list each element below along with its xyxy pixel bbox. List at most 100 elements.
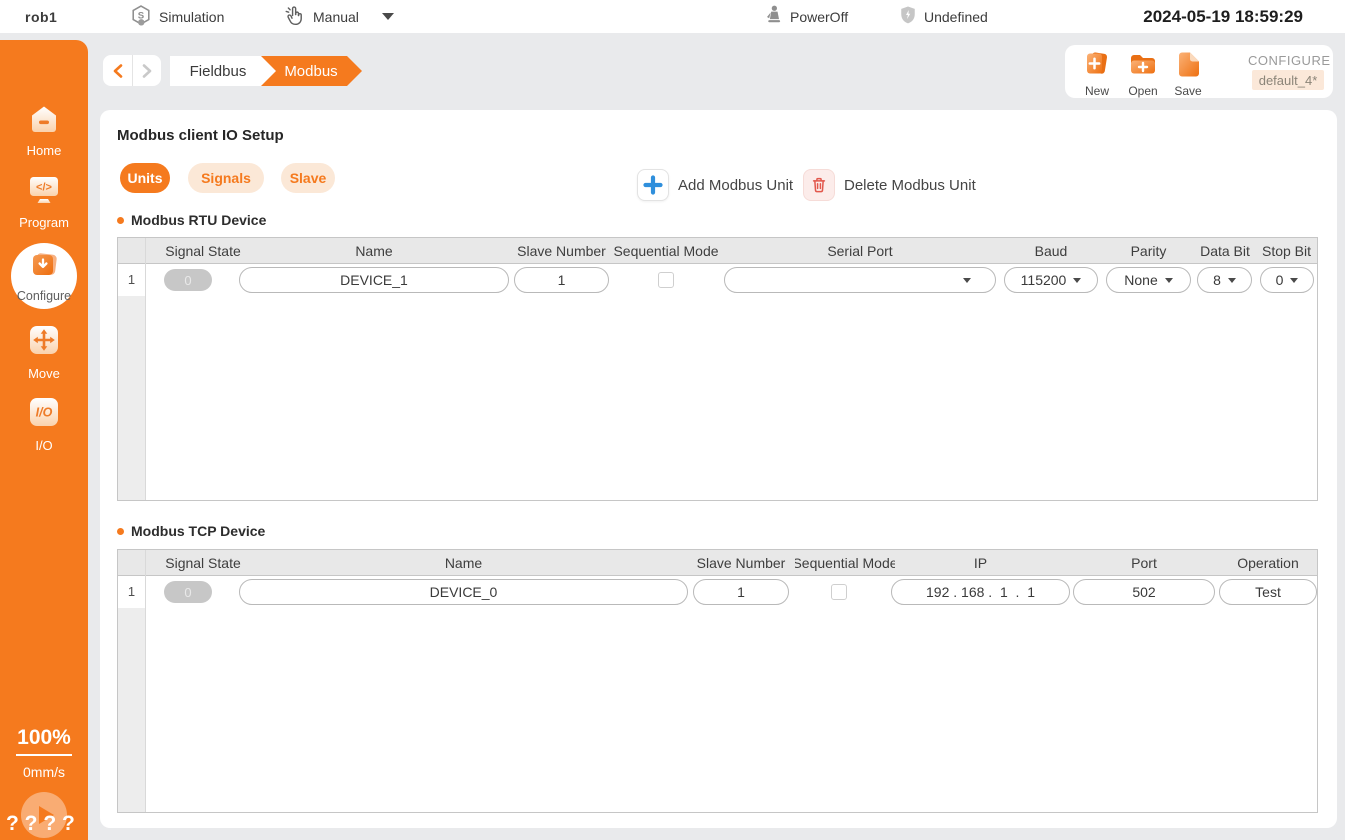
operation-mode-selector[interactable]: Manual [283, 0, 394, 33]
program-icon: </> [26, 174, 62, 211]
rtu-parity-select[interactable]: None [1106, 267, 1191, 293]
svg-text:I/O: I/O [36, 406, 53, 420]
rtu-name-input[interactable] [239, 267, 509, 293]
open-folder-icon [1127, 49, 1159, 84]
move-icon [27, 323, 61, 362]
speed-percent[interactable]: 100% [0, 726, 88, 750]
mode-dropdown-caret-icon[interactable] [382, 13, 394, 20]
tcp-device-table: Signal State Name Slave Number Sequentia… [117, 549, 1318, 813]
orange-bullet-icon [117, 528, 124, 535]
trash-icon [803, 169, 835, 201]
shield-safety-icon [899, 5, 917, 28]
rtu-index-column [118, 296, 146, 500]
rtu-table-header: Signal State Name Slave Number Sequentia… [118, 238, 1317, 264]
safety-status-indicator[interactable]: Undefined [899, 0, 988, 33]
add-modbus-unit-button[interactable]: Add Modbus Unit [637, 169, 793, 201]
history-nav [103, 55, 161, 86]
datetime-display: 2024-05-19 18:59:29 [1143, 0, 1303, 33]
tcp-signal-state-badge: 0 [164, 581, 212, 603]
rtu-col-parity: Parity [1096, 238, 1201, 264]
rtu-col-name: Name [239, 238, 509, 264]
rtu-baud-select[interactable]: 115200 [1004, 267, 1098, 293]
tcp-test-button[interactable]: Test [1219, 579, 1317, 605]
tcp-port-input[interactable] [1073, 579, 1215, 605]
tab-slave[interactable]: Slave [281, 163, 335, 193]
io-icon: I/O [27, 395, 61, 434]
forward-button[interactable] [132, 55, 161, 86]
chevron-down-icon [1073, 278, 1081, 283]
add-plus-icon [637, 169, 669, 201]
chevron-down-icon [1228, 278, 1236, 283]
table-row: 0 115200 None 8 0 [118, 264, 1317, 296]
rtu-serial-port-select[interactable] [724, 267, 996, 293]
configure-icon [27, 249, 61, 288]
tcp-col-operation: Operation [1219, 550, 1317, 576]
rtu-sequential-mode-checkbox[interactable] [658, 272, 674, 288]
power-status-indicator[interactable]: PowerOff [763, 0, 848, 33]
back-button[interactable] [103, 55, 132, 86]
rtu-section-header: Modbus RTU Device [117, 212, 266, 228]
rtu-col-sequential-mode: Sequential Mode [611, 238, 721, 264]
current-config-file[interactable]: default_4* [1252, 70, 1324, 90]
tcp-col-ip: IP [891, 550, 1070, 576]
rtu-index-header-cell [118, 238, 146, 264]
tcp-name-input[interactable] [239, 579, 688, 605]
speed-underline [16, 754, 72, 756]
orange-bullet-icon [117, 217, 124, 224]
tcp-col-port: Port [1073, 550, 1215, 576]
new-button[interactable]: New [1075, 49, 1119, 98]
rtu-data-bit-select[interactable]: 8 [1197, 267, 1252, 293]
tcp-ip-input[interactable] [891, 579, 1070, 605]
sidebar-item-io[interactable]: I/O I/O [0, 395, 88, 453]
delete-modbus-unit-label: Delete Modbus Unit [844, 177, 976, 194]
tcp-col-name: Name [239, 550, 688, 576]
tab-units[interactable]: Units [120, 163, 170, 193]
save-button[interactable]: Save [1166, 49, 1210, 98]
sidebar-item-home[interactable]: Home [0, 104, 88, 158]
tcp-section-title: Modbus TCP Device [131, 523, 265, 539]
breadcrumb-fieldbus[interactable]: Fieldbus [170, 56, 276, 86]
delete-modbus-unit-button[interactable]: Delete Modbus Unit [803, 169, 976, 201]
chevron-down-icon [1290, 278, 1298, 283]
rtu-device-table: Signal State Name Slave Number Sequentia… [117, 237, 1318, 501]
configure-mode-label: CONFIGURE [1248, 53, 1328, 68]
rtu-stop-bit-value: 0 [1276, 272, 1284, 288]
help-question-marks[interactable]: ? ? ? ? [6, 812, 84, 836]
open-button[interactable]: Open [1121, 49, 1165, 98]
save-button-label: Save [1174, 84, 1201, 98]
tcp-table-header: Signal State Name Slave Number Sequentia… [118, 550, 1317, 576]
top-status-bar: rob1 S Simulation Manual [0, 0, 1345, 33]
rtu-baud-value: 115200 [1021, 272, 1067, 288]
new-file-icon [1082, 49, 1112, 84]
sidebar-item-label: Configure [17, 289, 71, 303]
rtu-col-slave-number: Slave Number [509, 238, 614, 264]
rtu-section-title: Modbus RTU Device [131, 212, 266, 228]
sidebar-item-program[interactable]: </> Program [0, 174, 88, 230]
safety-status-label: Undefined [924, 9, 988, 25]
sidebar-item-label: Home [27, 143, 62, 158]
tcp-sequential-mode-checkbox[interactable] [831, 584, 847, 600]
rtu-signal-state-badge: 0 [164, 269, 212, 291]
tcp-slave-number-input[interactable] [693, 579, 789, 605]
home-icon [27, 104, 61, 139]
tcp-index-column [118, 608, 146, 812]
robot-name: rob1 [25, 0, 57, 33]
chevron-down-icon [963, 278, 971, 283]
new-button-label: New [1085, 84, 1109, 98]
sidebar-item-configure[interactable]: Configure [11, 243, 77, 309]
tab-signals[interactable]: Signals [188, 163, 264, 193]
speed-value: 0mm/s [0, 764, 88, 780]
simulation-mode-indicator[interactable]: S Simulation [130, 0, 224, 33]
power-status-label: PowerOff [790, 9, 848, 25]
sidebar-item-label: I/O [35, 438, 52, 453]
svg-text:</>: </> [36, 182, 52, 194]
rtu-parity-value: None [1124, 272, 1157, 288]
rtu-stop-bit-select[interactable]: 0 [1260, 267, 1314, 293]
simulation-hexagon-icon: S [130, 4, 152, 29]
rtu-col-baud: Baud [1004, 238, 1098, 264]
sidebar-item-move[interactable]: Move [0, 323, 88, 381]
chevron-down-icon [1165, 278, 1173, 283]
sidebar-item-label: Move [28, 366, 60, 381]
rtu-data-bit-value: 8 [1213, 272, 1221, 288]
rtu-slave-number-input[interactable] [514, 267, 609, 293]
